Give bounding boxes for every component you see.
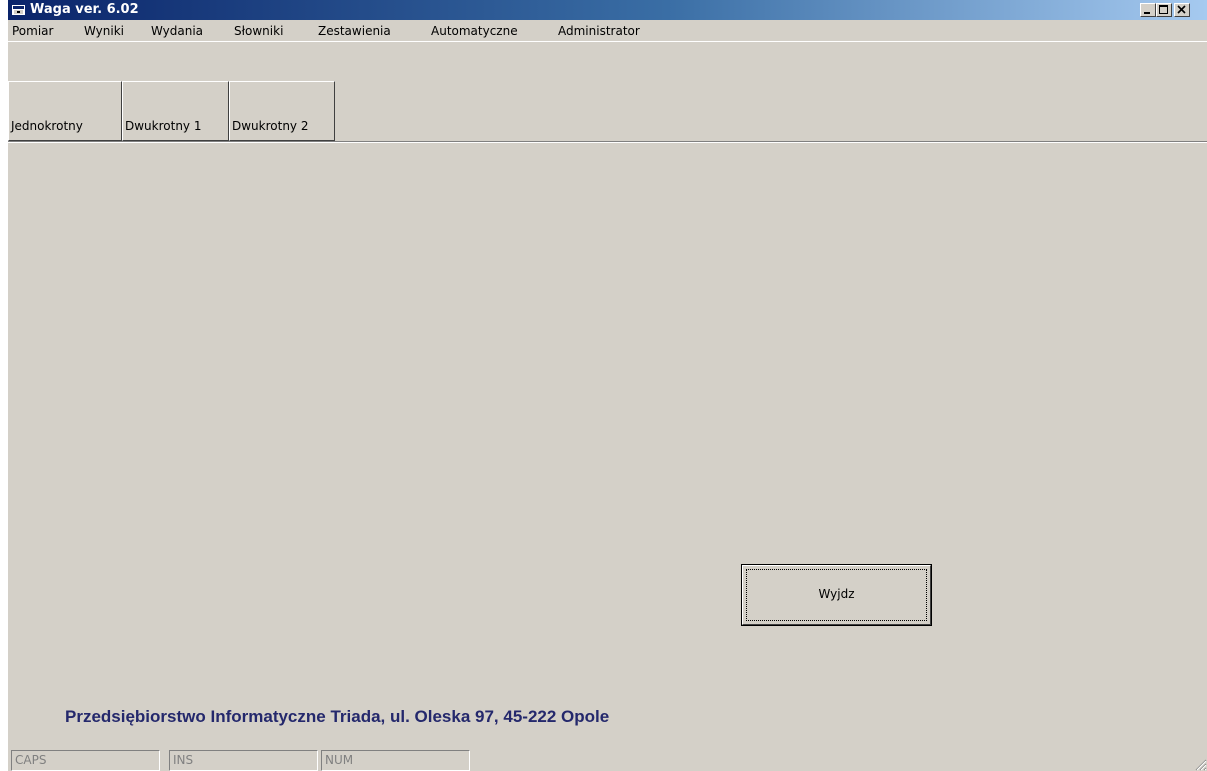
menu-automatyczne[interactable]: Automatyczne: [431, 23, 518, 39]
status-num: NUM: [321, 750, 470, 771]
status-caps: CAPS: [11, 750, 160, 771]
status-bar: CAPS INS NUM: [8, 748, 1207, 771]
close-button[interactable]: [1174, 3, 1190, 17]
minimize-button[interactable]: [1140, 3, 1156, 17]
dwukrotny-2-label: Dwukrotny 2: [232, 119, 309, 133]
close-icon: [1177, 5, 1186, 14]
jednokrotny-button[interactable]: Jednokrotny: [8, 81, 122, 141]
menu-slowniki[interactable]: Słowniki: [234, 23, 283, 39]
jednokrotny-label: Jednokrotny: [11, 119, 83, 133]
dwukrotny-2-button[interactable]: Dwukrotny 2: [229, 81, 335, 141]
toolbar-divider: [8, 141, 1207, 143]
dwukrotny-1-button[interactable]: Dwukrotny 1: [122, 81, 229, 141]
resize-grip-icon[interactable]: [1193, 757, 1207, 771]
menu-zestawienia[interactable]: Zestawienia: [318, 23, 391, 39]
company-info: Przedsiębiorstwo Informatyczne Triada, u…: [65, 707, 610, 726]
menu-wydania[interactable]: Wydania: [151, 23, 203, 39]
menu-administrator[interactable]: Administrator: [558, 23, 640, 39]
status-ins: INS: [169, 750, 318, 771]
title-bar[interactable]: Waga ver. 6.02: [8, 0, 1207, 20]
exit-button[interactable]: Wyjdz: [741, 564, 932, 626]
menu-wyniki[interactable]: Wyniki: [84, 23, 124, 39]
maximize-icon: [1159, 5, 1168, 14]
menu-pomiar[interactable]: Pomiar: [12, 23, 53, 39]
window-title: Waga ver. 6.02: [30, 2, 139, 17]
dwukrotny-1-label: Dwukrotny 1: [125, 119, 202, 133]
minimize-icon: [1144, 12, 1150, 14]
menu-bar: Pomiar Wyniki Wydania Słowniki Zestawien…: [8, 20, 1207, 42]
exit-button-label: Wyjdz: [818, 587, 855, 601]
maximize-button[interactable]: [1156, 3, 1172, 17]
app-icon: [12, 5, 25, 15]
app-window: Waga ver. 6.02 Pomiar Wyniki Wydania Sło…: [8, 0, 1207, 771]
